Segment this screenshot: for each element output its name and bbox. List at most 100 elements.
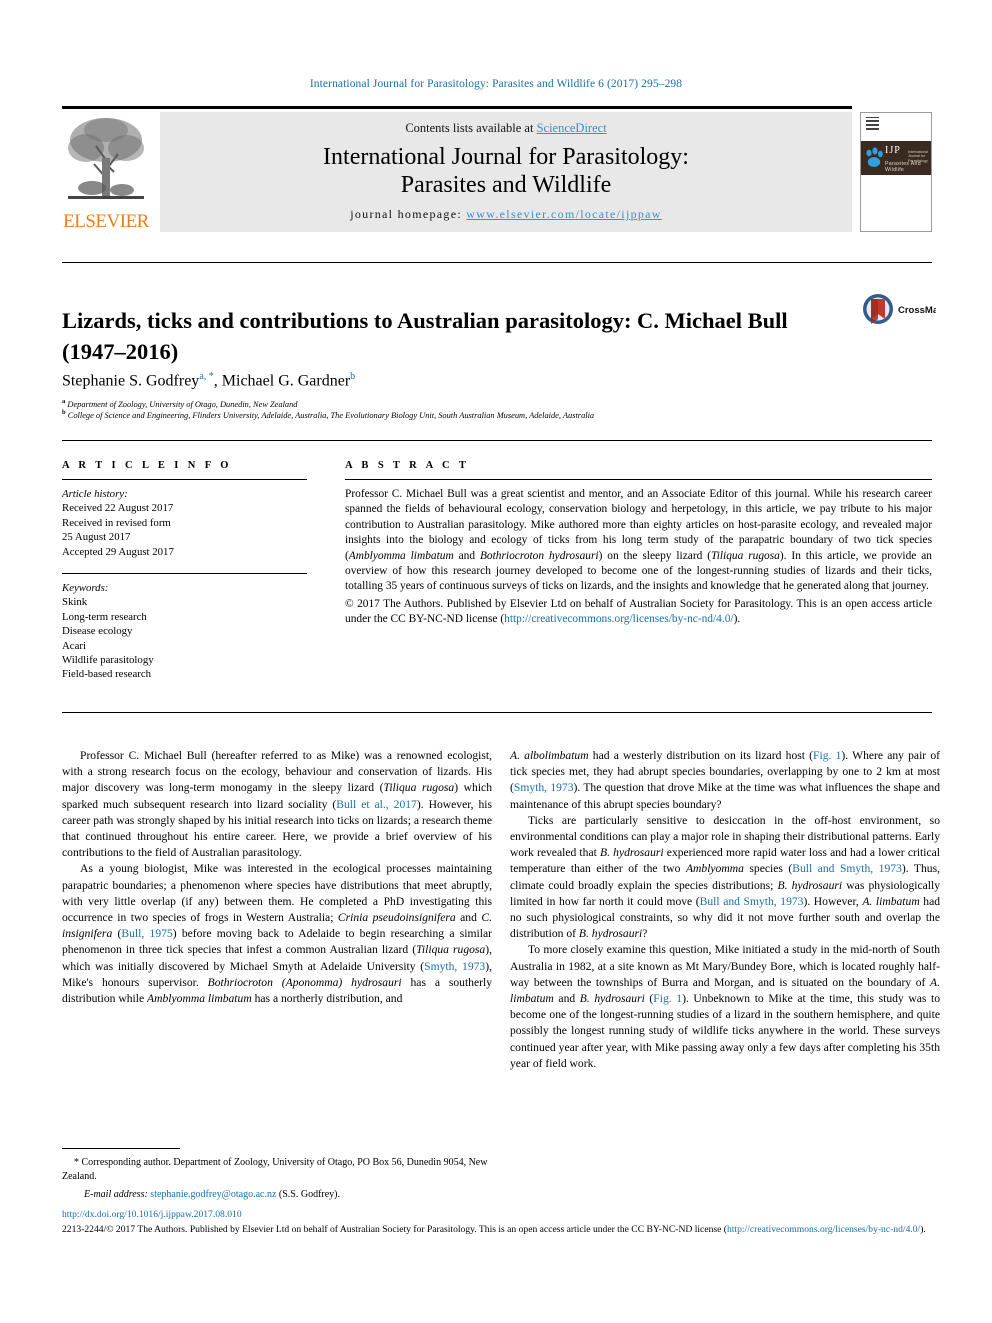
- article-accepted: Accepted 29 August 2017: [62, 545, 174, 558]
- crossmark-icon: CrossMark: [863, 294, 936, 324]
- body-column-right: A. albolimbatum had a westerly distribut…: [510, 748, 940, 1072]
- p2-b: and: [455, 911, 482, 925]
- article-info-rule-1: [62, 479, 307, 480]
- paw-print-icon: [866, 147, 883, 167]
- author-2-name: Michael G. Gardner: [221, 372, 351, 390]
- article-received: Received 22 August 2017: [62, 502, 174, 515]
- p2-h: has a northerly distribution, and: [251, 992, 403, 1006]
- p3-a: had a westerly distribution on its lizar…: [588, 749, 814, 762]
- p2-species-3: Tiliqua rugosa: [416, 943, 486, 957]
- page-footer: http://dx.doi.org/10.1016/j.ijppaw.2017.…: [62, 1208, 932, 1236]
- body-paragraph-5: To more closely examine this question, M…: [510, 942, 940, 1072]
- p2-species-5: Amblyomma limbatum: [147, 992, 252, 1006]
- journal-header-box: Contents lists available at ScienceDirec…: [160, 112, 852, 232]
- citation-link[interactable]: Bull et al., 2017: [336, 798, 417, 811]
- p4-species-5: B. hydrosauri: [578, 927, 643, 941]
- contents-prefix: Contents lists available at: [405, 121, 537, 135]
- p4-species-4: A. limbatum: [862, 894, 920, 908]
- journal-cover-thumbnail[interactable]: IJP International Journal for Parasitolo…: [860, 112, 932, 232]
- author-1-marks[interactable]: a, *: [199, 371, 213, 382]
- cover-logo-text: IJP: [885, 145, 901, 156]
- abstract-copyright: © 2017 The Authors. Published by Elsevie…: [345, 597, 932, 628]
- keyword-item: Acari: [62, 639, 86, 652]
- cc-license-link[interactable]: http://creativecommons.org/licenses/by-n…: [504, 613, 733, 625]
- keyword-item: Skink: [62, 596, 88, 609]
- corresponding-author-footnote: * Corresponding author. Department of Zo…: [62, 1148, 492, 1202]
- citation-link[interactable]: Smyth, 1973: [424, 960, 485, 973]
- affiliation-a-mark: a: [62, 398, 66, 405]
- page-title: Lizards, ticks and contributions to Aust…: [62, 308, 788, 365]
- citation-link[interactable]: Bull and Smyth, 1973: [700, 895, 804, 908]
- email-link[interactable]: stephanie.godfrey@otago.ac.nz: [150, 1189, 276, 1200]
- abstract-heading: A B S T R A C T: [345, 460, 470, 471]
- abstract-column: A B S T R A C T Professor C. Michael Bul…: [345, 460, 932, 628]
- author-list: Stephanie S. Godfreya, *, Michael G. Gar…: [62, 366, 862, 392]
- p5-c: (: [644, 992, 654, 1006]
- affiliation-b: b College of Science and Engineering, Fl…: [62, 407, 932, 421]
- journal-homepage-link[interactable]: www.elsevier.com/locate/ijppaw: [466, 207, 662, 221]
- figure-link[interactable]: Fig. 1: [813, 749, 841, 762]
- email-label: E-mail address:: [84, 1189, 148, 1201]
- email-line: E-mail address: stephanie.godfrey@otago.…: [62, 1188, 492, 1202]
- p4-c: species (: [743, 862, 793, 876]
- author-2-marks[interactable]: b: [350, 371, 355, 382]
- abstract-species-2: Bothriocroton hydrosauri: [479, 549, 599, 562]
- journal-title-line1: International Journal for Parasitology:: [323, 144, 689, 170]
- article-info-column: A R T I C L E I N F O Article history: R…: [62, 460, 307, 682]
- abstract-p1-part2: and: [453, 549, 480, 562]
- article-revised-date: 25 August 2017: [62, 531, 131, 544]
- article-history-label: Article history:: [62, 488, 128, 500]
- sciencedirect-link[interactable]: ScienceDirect: [537, 121, 607, 135]
- article-page: International Journal for Parasitology: …: [0, 0, 992, 1323]
- citation-link[interactable]: Bull, 1975: [121, 927, 172, 940]
- figure-link[interactable]: Fig. 1: [653, 992, 682, 1005]
- homepage-label: journal homepage:: [350, 207, 467, 221]
- p2-species-4: Bothriocroton (Aponomma) hydrosauri: [207, 975, 402, 989]
- p4-species-1: B. hydrosauri: [600, 846, 664, 860]
- citation-link[interactable]: Smyth, 1973: [514, 781, 574, 794]
- body-paragraph-1: Professor C. Michael Bull (hereafter ref…: [62, 748, 492, 861]
- affiliation-b-text: College of Science and Engineering, Flin…: [67, 410, 595, 420]
- abstract-p1-part3: ) on the sleepy lizard (: [598, 549, 712, 562]
- p5-species-2: B. hydrosauri: [579, 992, 645, 1006]
- title-divider: [62, 262, 932, 263]
- p4-f: ). However,: [803, 894, 863, 908]
- footer-issn-part2: ).: [920, 1224, 926, 1235]
- info-band-top-rule: [62, 440, 932, 441]
- article-revised-label: Received in revised form: [62, 516, 171, 529]
- journal-homepage-line: journal homepage: www.elsevier.com/locat…: [160, 207, 852, 222]
- crossmark-badge[interactable]: CrossMark: [862, 292, 936, 328]
- abstract-species-1: Amblyomma limbatum: [348, 549, 454, 562]
- keyword-item: Long-term research: [62, 610, 147, 623]
- journal-title-line2: Parasites and Wildlife: [400, 172, 612, 198]
- keyword-item: Wildlife parasitology: [62, 654, 154, 667]
- doi-link[interactable]: http://dx.doi.org/10.1016/j.ijppaw.2017.…: [62, 1208, 932, 1221]
- corresponding-author-line: * Corresponding author. Department of Zo…: [62, 1156, 492, 1183]
- svg-text:CrossMark: CrossMark: [898, 305, 936, 316]
- corresponding-author-text: Corresponding author. Department of Zool…: [62, 1157, 488, 1182]
- masthead-top-rule: [62, 106, 852, 109]
- article-history-block: Article history: Received 22 August 2017…: [62, 487, 307, 559]
- journal-title: International Journal for Parasitology: …: [160, 143, 852, 199]
- elsevier-logo: ELSEVIER: [62, 112, 150, 232]
- keywords-label: Keywords:: [62, 582, 109, 595]
- p4-species-3: B. hydrosauri: [777, 878, 843, 892]
- keywords-block: Keywords: Skink Long-term research Disea…: [62, 581, 307, 682]
- author-separator: ,: [213, 372, 222, 390]
- p5-a: To more closely examine this question, M…: [510, 943, 940, 989]
- p4-h: ?: [642, 927, 648, 941]
- footer-issn-part1: 2213-2244/© 2017 The Authors. Published …: [62, 1224, 727, 1235]
- footer-license-link[interactable]: http://creativecommons.org/licenses/by-n…: [727, 1224, 920, 1235]
- p3-c: ). The question that drove Mike at the t…: [510, 781, 941, 811]
- citation-link[interactable]: Bull and Smyth, 1973: [792, 862, 902, 875]
- body-column-left: Professor C. Michael Bull (hereafter ref…: [62, 748, 492, 1007]
- p2-species-1: Crinia pseudoinsignifera: [337, 911, 456, 925]
- info-band-bottom-rule: [62, 712, 932, 713]
- author-1-name: Stephanie S. Godfrey: [62, 372, 200, 390]
- journal-masthead: ELSEVIER Contents lists available at Sci…: [62, 106, 932, 232]
- affiliation-b-mark: b: [62, 409, 66, 416]
- abstract-rule: [345, 479, 932, 480]
- p5-b: and: [553, 992, 580, 1006]
- qr-code-icon: [866, 117, 879, 130]
- copyright-part2: ).: [733, 613, 741, 626]
